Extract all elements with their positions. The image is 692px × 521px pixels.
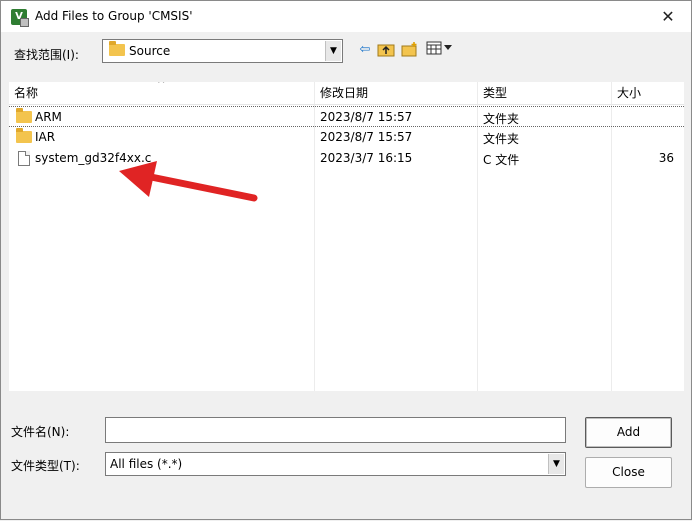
list-item[interactable]: system_gd32f4xx.c 2023/3/7 16:15 C 文件 36 [9, 148, 684, 169]
app-icon: V [11, 9, 29, 27]
back-icon[interactable]: ⇦ [356, 41, 374, 59]
item-name: system_gd32f4xx.c [35, 151, 152, 165]
window-title: Add Files to Group 'CMSIS' [35, 9, 193, 23]
column-header-size[interactable]: 大小 [612, 82, 684, 104]
item-type: C 文件 [483, 153, 520, 167]
item-type: 文件夹 [483, 132, 520, 146]
item-date: 2023/8/7 15:57 [320, 110, 413, 124]
chevron-down-icon[interactable]: ▼ [325, 41, 341, 61]
file-name-label: 文件名(N): [11, 425, 70, 439]
file-type-dropdown[interactable]: All files (*.*) ▼ [105, 452, 566, 476]
file-icon [18, 151, 30, 169]
file-type-value: All files (*.*) [110, 457, 183, 471]
item-size: 36 [658, 151, 674, 165]
up-folder-icon[interactable] [377, 41, 395, 59]
look-in-label: 查找范围(I): [14, 48, 79, 62]
folder-icon [109, 41, 125, 59]
item-date: 2023/3/7 16:15 [320, 151, 413, 165]
add-button[interactable]: Add [585, 417, 672, 448]
list-item[interactable]: ARM 2023/8/7 15:57 文件夹 [9, 106, 684, 127]
column-header-date[interactable]: 修改日期 [315, 82, 477, 104]
item-name: IAR [35, 130, 56, 144]
item-type: 文件夹 [483, 112, 520, 126]
column-header-type[interactable]: 类型 [478, 82, 611, 104]
file-list[interactable]: 名称 ^ 修改日期 类型 大小 ARM 2023/8/7 15:57 文件夹 I… [9, 82, 684, 391]
folder-icon [16, 108, 32, 126]
close-window-button[interactable]: ✕ [645, 1, 691, 32]
item-name: ARM [35, 110, 62, 124]
title-bar: V Add Files to Group 'CMSIS' ✕ [1, 1, 691, 32]
chevron-down-icon[interactable]: ▼ [548, 454, 564, 474]
new-folder-icon[interactable] [401, 41, 419, 59]
folder-icon [16, 128, 32, 146]
file-name-input[interactable] [105, 417, 566, 443]
list-item[interactable]: IAR 2023/8/7 15:57 文件夹 [9, 127, 684, 148]
close-button[interactable]: Close [585, 457, 672, 488]
add-files-dialog: V Add Files to Group 'CMSIS' ✕ 查找范围(I): … [0, 0, 692, 520]
view-menu-icon[interactable] [425, 41, 453, 59]
look-in-value: Source [129, 44, 171, 58]
look-in-dropdown[interactable]: Source ▼ [102, 39, 343, 63]
sort-ascending-icon: ^ [157, 82, 166, 90]
file-type-label: 文件类型(T): [11, 459, 80, 473]
item-date: 2023/8/7 15:57 [320, 130, 413, 144]
